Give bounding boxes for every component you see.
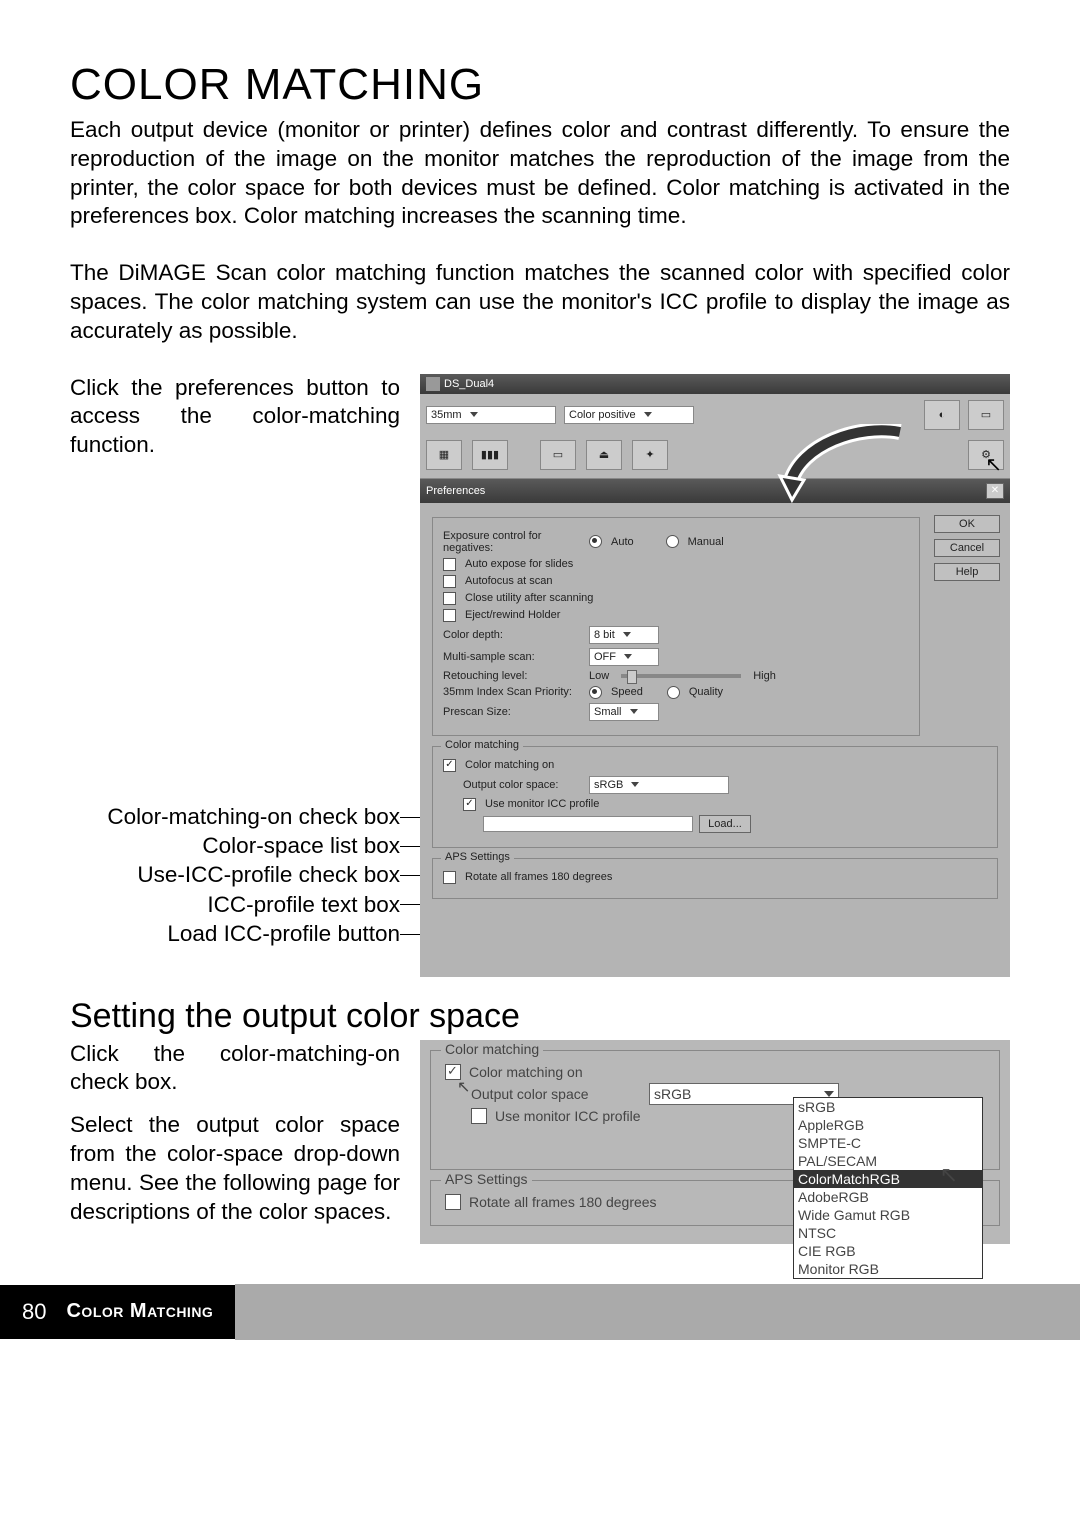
color-space-option[interactable]: sRGB (794, 1098, 982, 1116)
aps-group-label: APS Settings (441, 851, 514, 863)
film-polarity-select[interactable]: Color positive (564, 406, 694, 424)
color-matching-group-label: Color matching (441, 1041, 543, 1057)
page-footer: 80 Color Matching (0, 1284, 1080, 1340)
icc-profile-textbox[interactable] (483, 816, 693, 832)
color-space-option[interactable]: CIE RGB (794, 1242, 982, 1260)
multi-sample-select[interactable]: OFF (589, 648, 659, 666)
eject-icon[interactable]: ⏏ (586, 440, 622, 470)
intro-para-1: Each output device (monitor or printer) … (70, 116, 1010, 231)
cursor-icon: ↖ (985, 452, 1002, 477)
section-subheading: Setting the output color space (70, 997, 1010, 1036)
speed-radio[interactable] (589, 686, 602, 699)
intro-para-2: The DiMAGE Scan color matching function … (70, 259, 1010, 345)
instruction-1: Click the preferences button to access t… (70, 374, 400, 460)
instruction-2b: Select the output color space from the c… (70, 1111, 400, 1226)
screenshot-main-window: DS_Dual4 35mm Color positive ◐ ▭ ▦ ▮▮▮ ▭… (420, 374, 1010, 977)
color-space-option[interactable]: Wide Gamut RGB (794, 1206, 982, 1224)
color-space-option[interactable]: AdobeRGB (794, 1188, 982, 1206)
close-utility-checkbox[interactable] (443, 592, 456, 605)
exposure-label: Exposure control for negatives: (443, 530, 583, 554)
callout-cs-list: Color-space list box (70, 831, 400, 860)
tool-icon[interactable]: ✦ (632, 440, 668, 470)
output-color-space-select[interactable]: sRGB (589, 776, 729, 794)
retouch-slider[interactable] (621, 674, 741, 678)
callout-cm-on: Color-matching-on check box (70, 802, 400, 831)
window-titlebar: DS_Dual4 (420, 374, 1010, 394)
load-icc-button[interactable]: Load... (699, 815, 751, 833)
use-icc-checkbox[interactable] (463, 798, 476, 811)
callout-icc-checkbox: Use-ICC-profile check box (70, 860, 400, 889)
callout-labels: Color-matching-on check box Color-space … (70, 802, 400, 948)
prescan-size-select[interactable]: Small (589, 703, 659, 721)
close-icon[interactable]: ✕ (986, 483, 1004, 499)
eject-holder-checkbox[interactable] (443, 609, 456, 622)
ok-button[interactable]: OK (934, 515, 1000, 533)
color-matching-on-checkbox[interactable] (443, 759, 456, 772)
use-icc-checkbox[interactable] (471, 1108, 487, 1124)
thumbnail-icon[interactable]: ▦ (426, 440, 462, 470)
quality-radio[interactable] (667, 686, 680, 699)
page-title: COLOR MATCHING (70, 60, 1010, 110)
screenshot-color-matching-detail: Color matching Color matching on ↖ Outpu… (420, 1040, 1010, 1244)
aps-group-label: APS Settings (441, 1171, 532, 1187)
app-icon (426, 377, 440, 391)
color-space-option[interactable]: NTSC (794, 1224, 982, 1242)
tool-icon[interactable]: ▭ (968, 400, 1004, 430)
cancel-button[interactable]: Cancel (934, 539, 1000, 557)
auto-expose-checkbox[interactable] (443, 558, 456, 571)
scan-icon[interactable]: ▭ (540, 440, 576, 470)
manual-radio[interactable] (666, 535, 679, 548)
rotate-frames-checkbox[interactable] (445, 1194, 461, 1210)
histogram-icon[interactable]: ▮▮▮ (472, 440, 508, 470)
color-space-option[interactable]: SMPTE-C (794, 1134, 982, 1152)
autofocus-checkbox[interactable] (443, 575, 456, 588)
footer-section-title: Color Matching (66, 1300, 213, 1323)
color-space-dropdown-list[interactable]: sRGBAppleRGBSMPTE-CPAL/SECAMColorMatchRG… (793, 1097, 983, 1279)
color-matching-group-label: Color matching (441, 739, 523, 751)
film-type-select[interactable]: 35mm (426, 406, 556, 424)
cursor-icon: ↖ (940, 1162, 958, 1188)
cursor-icon: ↖ (457, 1077, 470, 1097)
auto-radio[interactable] (589, 535, 602, 548)
callout-icc-textbox: ICC-profile text box (70, 890, 400, 919)
callout-load-button: Load ICC-profile button (70, 919, 400, 948)
color-space-option[interactable]: AppleRGB (794, 1116, 982, 1134)
page-number: 80 (22, 1299, 46, 1325)
instruction-2a: Click the color-matching-on check box. (70, 1040, 400, 1098)
tool-icon[interactable]: ◐ (924, 400, 960, 430)
prefs-dialog-titlebar: Preferences ✕ (420, 479, 1010, 503)
color-space-option[interactable]: Monitor RGB (794, 1260, 982, 1278)
help-button[interactable]: Help (934, 563, 1000, 581)
rotate-frames-checkbox[interactable] (443, 871, 456, 884)
color-depth-select[interactable]: 8 bit (589, 626, 659, 644)
